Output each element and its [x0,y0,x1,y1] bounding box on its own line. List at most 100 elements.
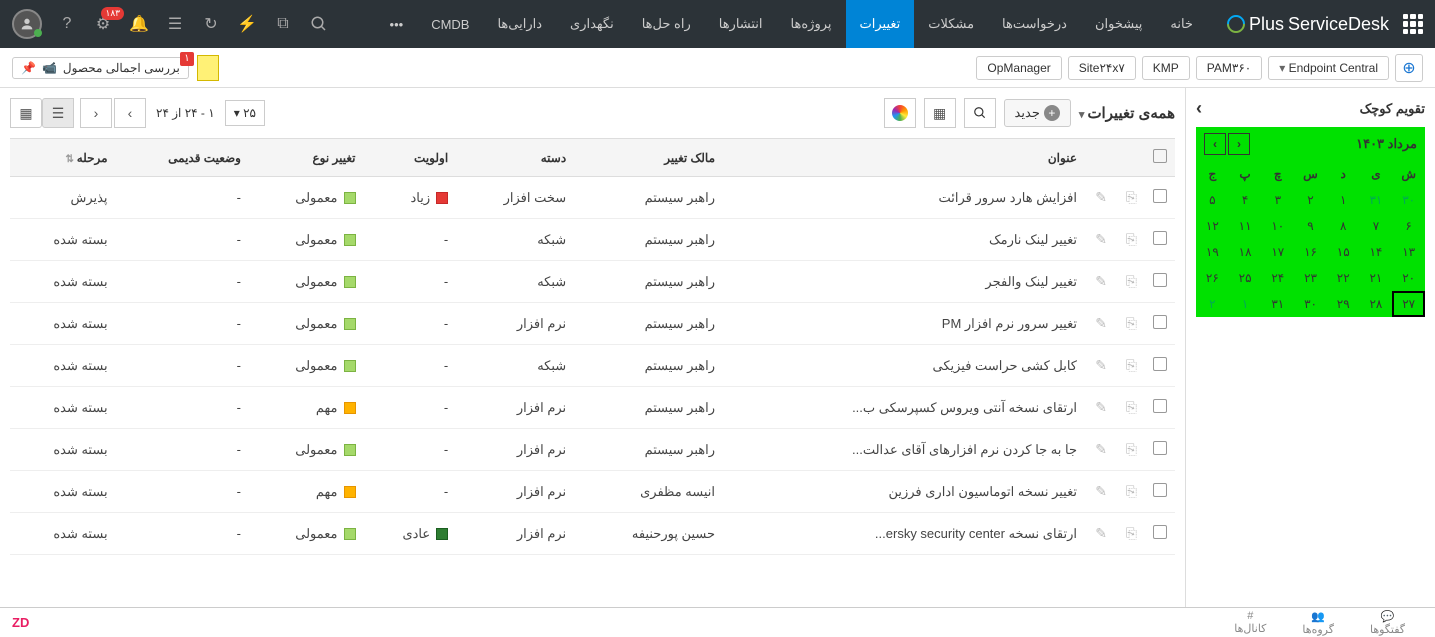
cal-day[interactable]: ۲۷ [1392,291,1425,317]
nav-maintenance[interactable]: نگهداری [556,0,628,48]
nav-changes[interactable]: تغییرات [846,0,915,48]
cal-day[interactable]: ۸ [1327,213,1360,239]
edit-icon[interactable]: ✎ [1095,273,1107,289]
cal-day[interactable]: ۷ [1360,213,1393,239]
cal-day[interactable]: ۹ [1294,213,1327,239]
cal-day[interactable]: ۶ [1392,213,1425,239]
row-checkbox[interactable] [1153,189,1167,203]
cal-day[interactable]: ۱۱ [1229,213,1262,239]
nav-dashboard[interactable]: پیشخوان [1081,0,1156,48]
chip-kmp[interactable]: KMP [1142,56,1190,80]
template-icon[interactable]: ⎘ [1126,357,1137,373]
columns-icon[interactable]: ▦ [924,98,956,128]
product-tour-button[interactable]: بررسی اجمالی محصول 📹 📌 ۱ [12,57,189,79]
edit-icon[interactable]: ✎ [1095,231,1107,247]
table-row[interactable]: ⎘ ✎ تغییر لینک والفجر راهبر سیستم شبکه -… [10,261,1175,303]
template-icon[interactable]: ⎘ [1126,399,1137,415]
cal-day[interactable]: ۲ [1294,187,1327,213]
template-icon[interactable]: ⎘ [1126,273,1137,289]
cal-prev-icon[interactable]: ‹ [1228,133,1250,155]
color-wheel-icon[interactable] [884,98,916,128]
row-checkbox[interactable] [1153,441,1167,455]
foot-groups[interactable]: 👥گروه‌ها [1284,610,1352,636]
cal-day[interactable]: ۱۷ [1261,239,1294,265]
nav-solutions[interactable]: راه حل‌ها [628,0,705,48]
col-oldstatus[interactable]: وضعیت قدیمی [116,139,249,177]
help-icon[interactable]: ? [56,13,78,35]
search-table-icon[interactable] [964,98,996,128]
template-icon[interactable]: ⎘ [1126,231,1137,247]
col-owner[interactable]: مالک تغییر [574,139,723,177]
cal-day[interactable]: ۳ [1261,187,1294,213]
nav-problems[interactable]: مشکلات [914,0,988,48]
edit-icon[interactable]: ✎ [1095,315,1107,331]
cal-day[interactable]: ۲۴ [1261,265,1294,291]
col-type[interactable]: تغییر نوع [249,139,364,177]
row-checkbox[interactable] [1153,525,1167,539]
cal-day[interactable]: ۳۱ [1261,291,1294,317]
cal-day[interactable]: ۱۰ [1261,213,1294,239]
cal-day[interactable]: ۳۱ [1360,187,1393,213]
page-next-icon[interactable]: ‹ [80,98,112,128]
nav-requests[interactable]: درخواست‌ها [988,0,1081,48]
plugin-icon[interactable]: ⧉ [272,13,294,35]
gear-icon[interactable]: ⚙۱۸۳ [92,13,114,35]
template-icon[interactable]: ⎘ [1126,315,1137,331]
col-priority[interactable]: اولویت [364,139,457,177]
template-icon[interactable]: ⎘ [1126,483,1137,499]
cal-day[interactable]: ۱۵ [1327,239,1360,265]
cal-day[interactable]: ۱ [1327,187,1360,213]
select-all-checkbox[interactable] [1153,149,1167,163]
calendar-view-icon[interactable]: ▦ [10,98,42,128]
cal-day[interactable]: ۱ [1229,291,1262,317]
cal-next-icon[interactable]: › [1204,133,1226,155]
row-checkbox[interactable] [1153,399,1167,413]
chip-endpoint[interactable]: Endpoint Central [1268,56,1389,80]
collapse-sidebar-icon[interactable]: › [1196,98,1202,119]
app-grid-icon[interactable] [1403,14,1423,34]
avatar[interactable] [12,9,42,39]
cal-day[interactable]: ۲۶ [1196,265,1229,291]
cal-day[interactable]: ۵ [1196,187,1229,213]
page-prev-icon[interactable]: › [114,98,146,128]
cal-day[interactable]: ۴ [1229,187,1262,213]
add-integration-icon[interactable]: ⊕ [1395,54,1423,82]
row-checkbox[interactable] [1153,231,1167,245]
cal-day[interactable]: ۳۰ [1294,291,1327,317]
template-icon[interactable]: ⎘ [1126,189,1137,205]
chip-site[interactable]: Site۲۴x۷ [1068,56,1136,80]
chip-opmanager[interactable]: OpManager [976,56,1061,80]
col-title[interactable]: عنوان [723,139,1085,177]
cal-day[interactable]: ۱۲ [1196,213,1229,239]
col-category[interactable]: دسته [456,139,574,177]
foot-chats[interactable]: 💬گفتگوها [1352,610,1423,636]
cal-day[interactable]: ۲۲ [1327,265,1360,291]
bell-icon[interactable]: 🔔 [128,13,150,35]
row-checkbox[interactable] [1153,273,1167,287]
edit-icon[interactable]: ✎ [1095,189,1107,205]
edit-icon[interactable]: ✎ [1095,399,1107,415]
row-checkbox[interactable] [1153,483,1167,497]
nav-projects[interactable]: پروژه‌ها [777,0,846,48]
list-view-icon[interactable]: ☰ [42,98,74,128]
edit-icon[interactable]: ✎ [1095,525,1107,541]
table-row[interactable]: ⎘ ✎ افزایش هارد سرور قرائت راهبر سیستم س… [10,177,1175,219]
col-stage[interactable]: مرحله [10,139,116,177]
cal-day[interactable]: ۱۸ [1229,239,1262,265]
cal-day[interactable]: ۲۰ [1392,265,1425,291]
cal-day[interactable]: ۲ [1196,291,1229,317]
bolt-icon[interactable]: ⚡ [236,13,258,35]
cal-day[interactable]: ۲۳ [1294,265,1327,291]
cal-day[interactable]: ۱۶ [1294,239,1327,265]
filter-dropdown[interactable]: همه‌ی تغییرات [1079,104,1175,122]
nav-releases[interactable]: انتشارها [705,0,777,48]
search-icon[interactable] [308,13,330,35]
table-row[interactable]: ⎘ ✎ جا به جا کردن نرم افزارهای آقای عدال… [10,429,1175,471]
nav-more[interactable]: ••• [376,0,418,48]
cal-day[interactable]: ۲۹ [1327,291,1360,317]
clipboard-icon[interactable] [197,55,219,81]
foot-channels[interactable]: #کانال‌ها [1216,610,1284,635]
template-icon[interactable]: ⎘ [1126,441,1137,457]
notes-icon[interactable]: ☰ [164,13,186,35]
cal-day[interactable]: ۲۱ [1360,265,1393,291]
